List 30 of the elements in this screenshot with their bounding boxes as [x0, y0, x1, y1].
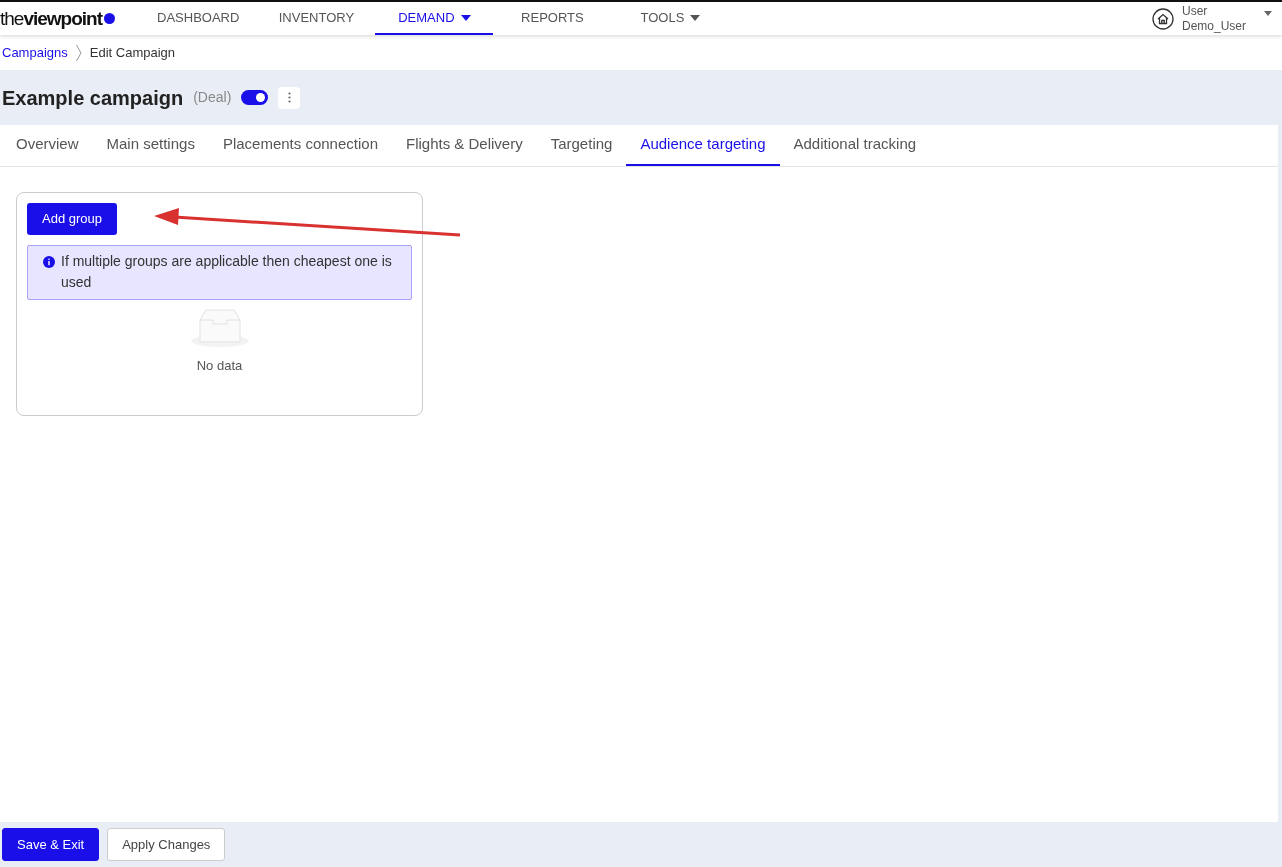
tab[interactable]: Overview [2, 125, 93, 166]
nav-item[interactable]: INVENTORY [257, 2, 376, 35]
nav-item[interactable]: DASHBOARD [139, 2, 258, 35]
add-group-button[interactable]: Add group [27, 203, 117, 235]
caret-icon[interactable] [1264, 11, 1272, 16]
toggle-switch[interactable] [241, 90, 269, 105]
home-icon [1151, 7, 1174, 30]
kebab-icon [287, 92, 291, 103]
info-text: If multiple groups are applicable then cheapest one is used [61, 251, 393, 293]
campaign-type: (Deal) [193, 88, 232, 107]
user-name: Demo_User [1181, 18, 1246, 33]
empty-text: No data [196, 356, 243, 375]
user-role: User [1181, 4, 1209, 19]
brand-logo: theviewpoint [0, 2, 140, 35]
tab[interactable]: Placements connection [208, 125, 392, 166]
breadcrumb-current: Edit Campaign [89, 43, 176, 62]
save-exit-button[interactable]: Save & Exit [2, 827, 100, 862]
tab[interactable]: Targeting [536, 125, 627, 166]
tab[interactable]: Main settings [92, 125, 209, 166]
empty-inbox-icon [189, 307, 250, 348]
nav-item[interactable]: REPORTS [493, 2, 612, 35]
chevron-icon [75, 43, 82, 62]
apply-changes-button[interactable]: Apply Changes [107, 827, 226, 862]
nav-item[interactable]: TOOLS [611, 2, 730, 35]
breadcrumb-link[interactable]: Campaigns [2, 42, 68, 63]
tab[interactable]: Additional tracking [779, 125, 931, 166]
campaign-title: Example campaign [2, 85, 184, 110]
tab[interactable]: Flights & Delivery [392, 125, 537, 166]
nav-item[interactable]: DEMAND [375, 2, 494, 35]
info-icon [43, 255, 55, 268]
